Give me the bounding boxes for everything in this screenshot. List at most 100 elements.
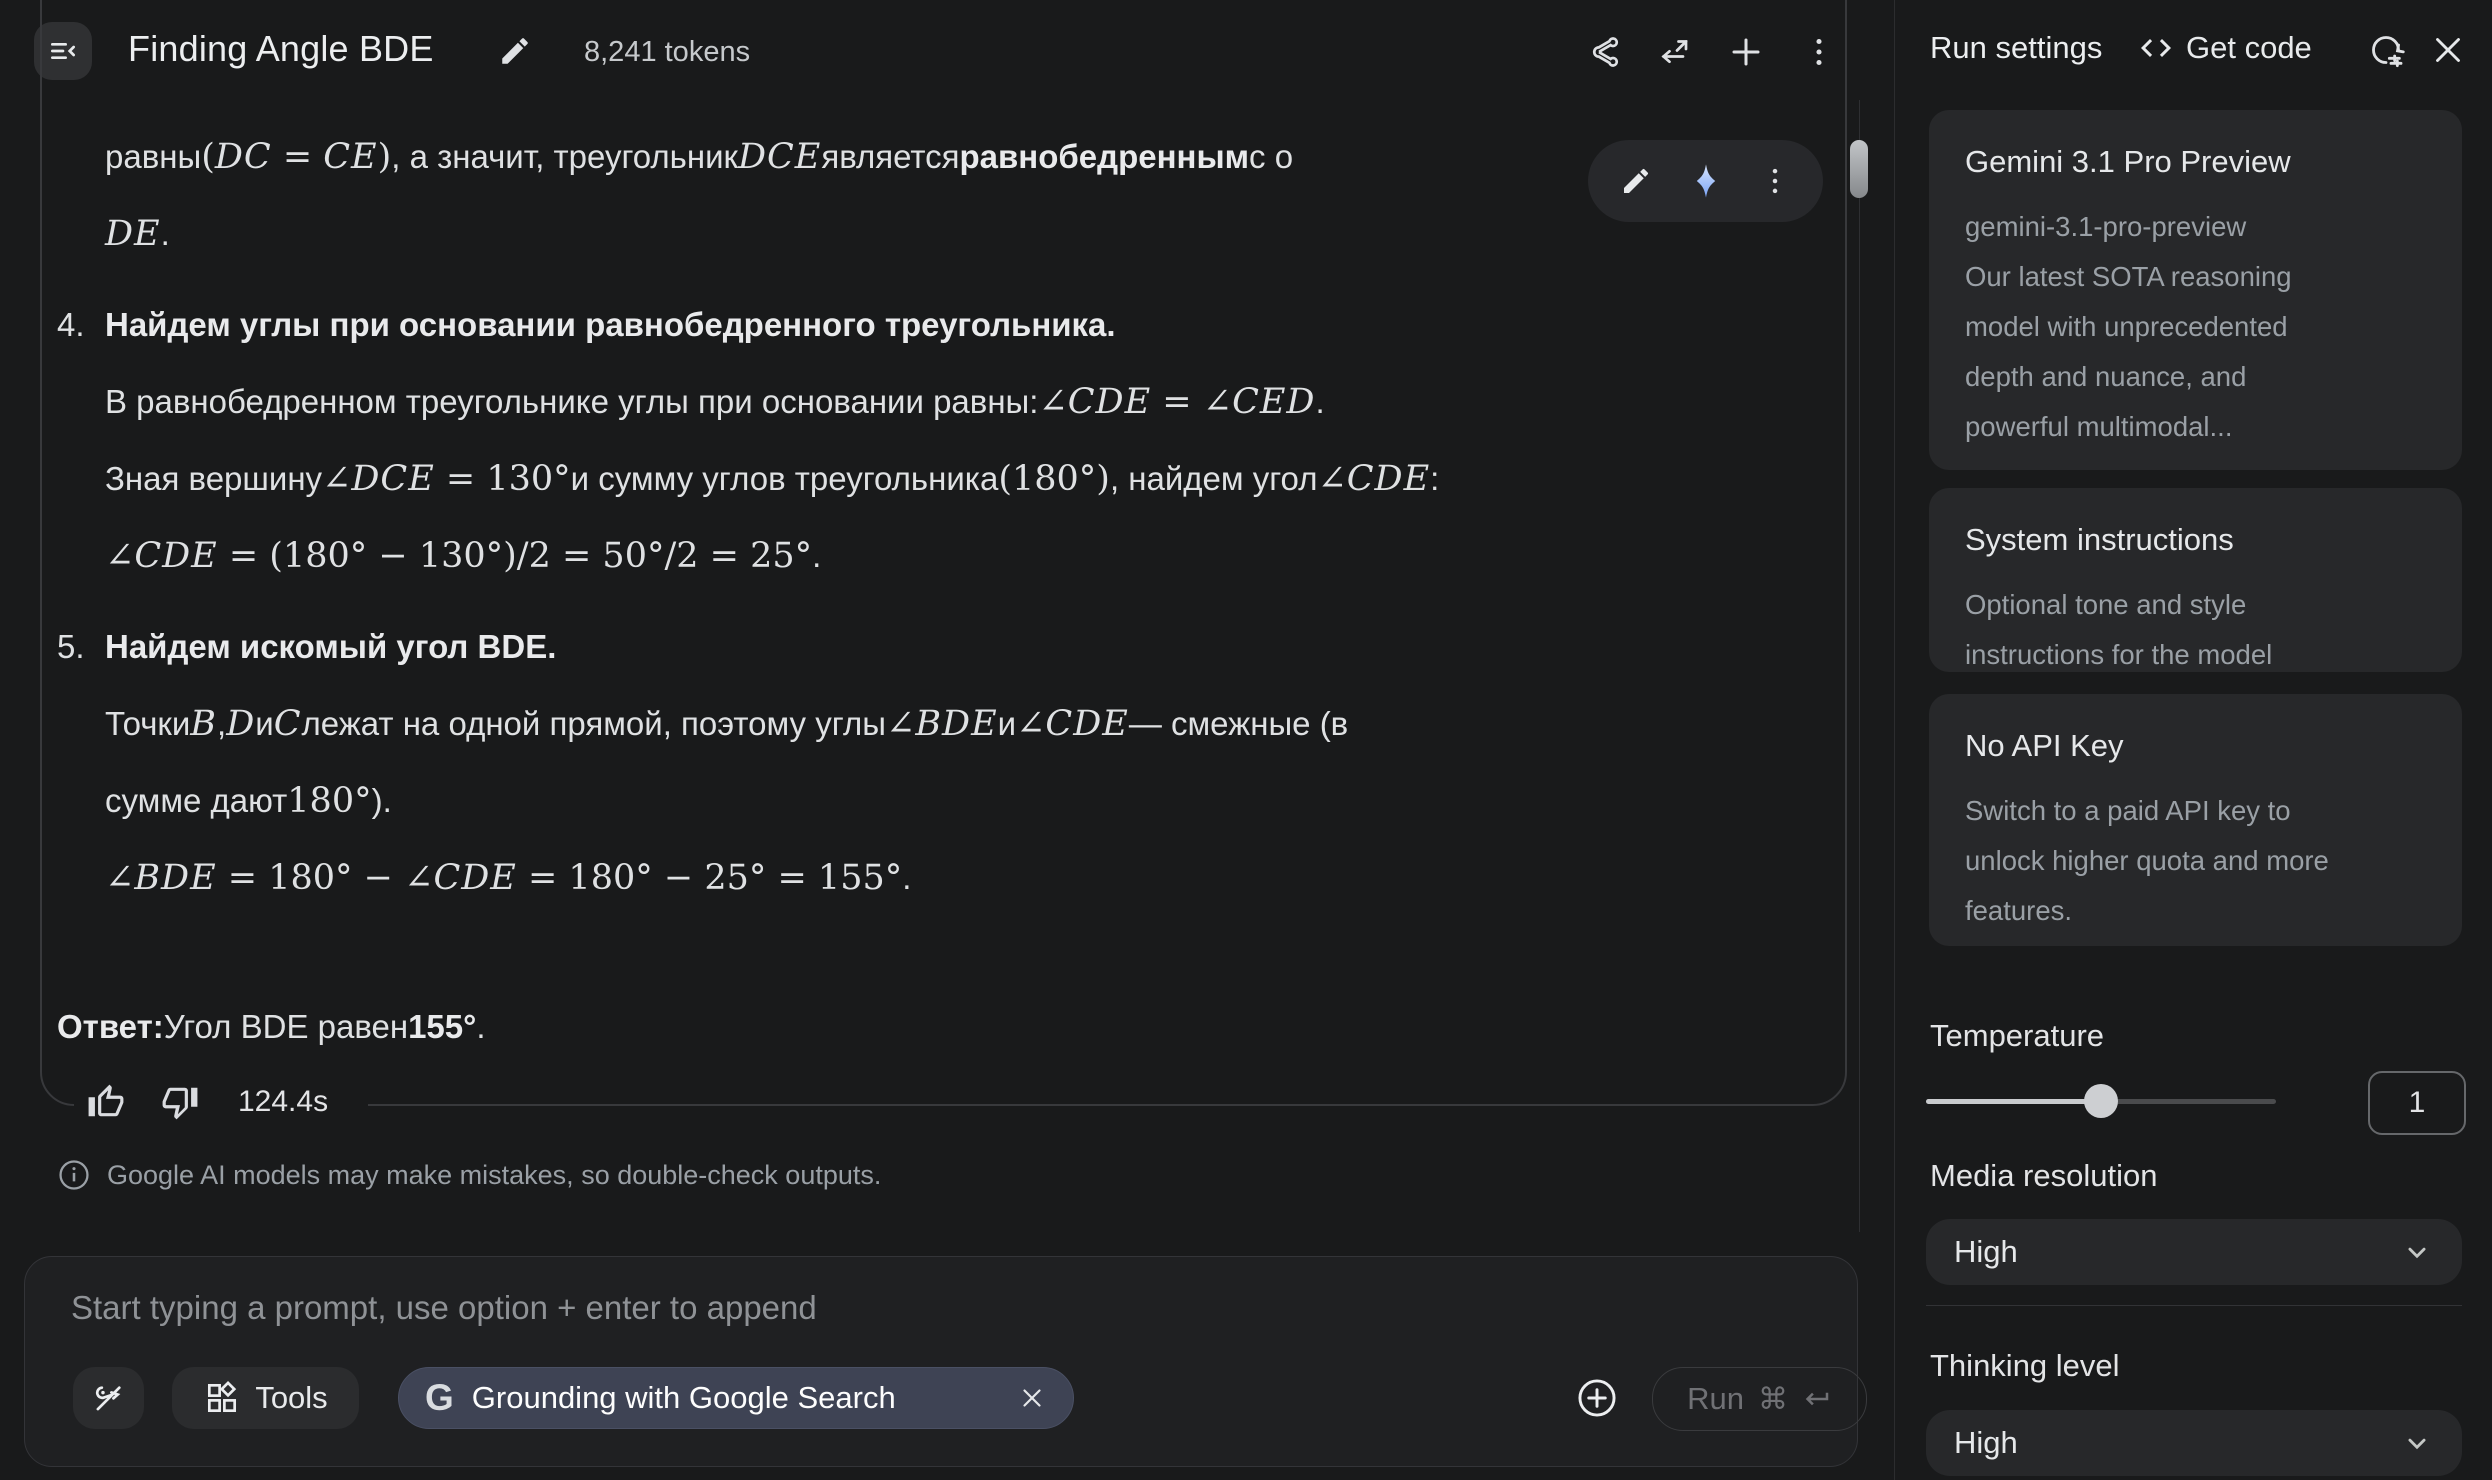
model-description: gemini-3.1-pro-previewOur latest SOTA re…: [1965, 202, 2426, 452]
text: Точки: [105, 705, 190, 743]
reset-settings-icon: [2366, 30, 2406, 70]
temperature-slider[interactable]: [1926, 1084, 2276, 1118]
chat-scrollbar-track[interactable]: [1859, 100, 1860, 1232]
response-line: DE.: [57, 195, 1847, 272]
response-line: сумме дают 180°).: [57, 762, 1847, 839]
get-code-label: Get code: [2186, 30, 2312, 66]
ai-actions-button[interactable]: [1684, 159, 1728, 203]
system-instructions-description: Optional tone and styleinstructions for …: [1965, 580, 2426, 680]
cmd-key-icon: ⌘: [1758, 1382, 1788, 1417]
remove-grounding-button[interactable]: [1017, 1383, 1047, 1413]
text-line: gemini-3.1-pro-preview: [1965, 202, 2426, 252]
grounding-chip[interactable]: G Grounding with Google Search: [398, 1367, 1074, 1429]
prompt-input[interactable]: Start typing a prompt, use option + ente…: [71, 1289, 817, 1327]
response-line: ∠CDE = (180° − 130°)/2 = 50°/2 = 25°.: [57, 517, 1847, 594]
system-instructions-card[interactable]: System instructions Optional tone and st…: [1929, 488, 2462, 672]
chat-scrollbar-thumb[interactable]: [1850, 140, 1868, 198]
text: .: [812, 537, 821, 575]
api-key-title: No API Key: [1965, 728, 2426, 764]
thinking-level-select[interactable]: High: [1926, 1410, 2462, 1476]
close-settings-button[interactable]: [2426, 28, 2470, 72]
text-line: model with unprecedented: [1965, 302, 2426, 352]
edit-message-button[interactable]: [1614, 159, 1658, 203]
attach-button[interactable]: [1574, 1375, 1620, 1421]
disclaimer-text: Google AI models may make mistakes, so d…: [107, 1160, 881, 1191]
bold-text: Найдем искомый угол BDE.: [105, 628, 556, 666]
text: — смежные (в: [1129, 705, 1348, 743]
temperature-slider-track[interactable]: [1926, 1099, 2276, 1104]
temperature-value[interactable]: 1: [2368, 1071, 2466, 1135]
generation-time: 124.4s: [238, 1085, 328, 1119]
media-resolution-label: Media resolution: [1930, 1158, 2157, 1194]
run-settings-title: Run settings: [1930, 30, 2102, 66]
ink-draw-toggle-button[interactable]: [73, 1367, 144, 1429]
text: Угол BDE равен: [164, 1008, 408, 1046]
message-hover-toolbar: [1588, 140, 1823, 222]
media-resolution-select[interactable]: High: [1926, 1219, 2462, 1285]
bold-text: Найдем углы при основании равнобедренног…: [105, 306, 1116, 344]
text-line: powerful multimodal...: [1965, 402, 2426, 452]
text: лежат на одной прямой, поэтому углы: [301, 705, 886, 743]
prompt-toolbar: Tools G Grounding with Google Search Run…: [25, 1367, 1857, 1431]
text: сумме дают: [105, 782, 287, 820]
run-button[interactable]: Run ⌘: [1652, 1367, 1867, 1431]
math-expression: ∠CDE = ∠CED: [1038, 382, 1315, 422]
text: с о: [1249, 138, 1293, 176]
text: , найдем угол: [1110, 460, 1318, 498]
answer-line: Ответ: Угол BDE равен 155°.: [57, 988, 1847, 1065]
response-line: Точки B, D и C лежат на одной прямой, по…: [57, 685, 1847, 762]
text-line: Optional tone and style: [1965, 580, 2426, 630]
grounding-chip-label: Grounding with Google Search: [472, 1380, 896, 1416]
system-instructions-title: System instructions: [1965, 522, 2426, 558]
disclaimer: Google AI models may make mistakes, so d…: [57, 1158, 881, 1192]
kebab-menu-icon: [1758, 164, 1792, 198]
response-line: В равнобедренном треугольнике углы при о…: [57, 363, 1847, 440]
text-line: features.: [1965, 886, 2426, 936]
sparkle-icon: [1687, 162, 1725, 200]
temperature-slider-thumb[interactable]: [2084, 1084, 2118, 1118]
math-expression: ∠CDE: [1016, 704, 1129, 744]
thumbs-up-button[interactable]: [84, 1080, 128, 1124]
math-expression: ∠CDE = (180° − 130°)/2 = 50°/2 = 25°: [105, 536, 812, 576]
thumbs-down-icon: [161, 1083, 199, 1121]
api-key-description: Switch to a paid API key tounlock higher…: [1965, 786, 2426, 936]
response-footer: 124.4s: [74, 1068, 368, 1136]
math-expression: DCE: [738, 137, 821, 177]
thumbs-down-button[interactable]: [158, 1080, 202, 1124]
pen-off-icon: [90, 1379, 128, 1417]
chevron-down-icon: [2400, 1426, 2434, 1460]
temperature-label: Temperature: [1930, 1018, 2104, 1054]
info-icon: [57, 1158, 91, 1192]
api-key-card[interactable]: No API Key Switch to a paid API key toun…: [1929, 694, 2462, 946]
math-expression: ∠BDE: [886, 704, 998, 744]
model-response-text: равны (DC = CE), а значит, треугольник D…: [57, 118, 1847, 1065]
widgets-icon: [203, 1379, 241, 1417]
plus-circle-icon: [1575, 1376, 1619, 1420]
return-key-icon: [1802, 1384, 1832, 1414]
message-more-button[interactable]: [1753, 159, 1797, 203]
text-line: Switch to a paid API key to: [1965, 786, 2426, 836]
edit-pencil-icon: [1620, 165, 1652, 197]
math-expression: ∠CDE: [1317, 459, 1430, 499]
text: ,: [217, 705, 226, 743]
model-name: Gemini 3.1 Pro Preview: [1965, 144, 2426, 180]
tools-button[interactable]: Tools: [172, 1367, 359, 1429]
math-expression: ∠BDE = 180° − ∠CDE = 180° − 25° = 155°: [105, 858, 902, 898]
text: , а значит, треугольник: [391, 138, 738, 176]
model-card[interactable]: Gemini 3.1 Pro Preview gemini-3.1-pro-pr…: [1929, 110, 2462, 470]
bold-text: 155°: [408, 1008, 476, 1046]
get-code-button[interactable]: Get code: [2138, 30, 2312, 66]
run-button-label: Run: [1687, 1381, 1744, 1417]
text: .: [161, 215, 170, 253]
math-expression: B: [190, 704, 217, 744]
reset-settings-button[interactable]: [2364, 28, 2408, 72]
tools-button-label: Tools: [255, 1380, 327, 1416]
prompt-input-container: Start typing a prompt, use option + ente…: [24, 1256, 1858, 1467]
settings-divider: [1926, 1305, 2462, 1306]
close-icon: [2430, 32, 2466, 68]
text: является: [821, 138, 959, 176]
math-expression: (180°): [998, 459, 1110, 499]
math-expression: DE: [105, 214, 161, 254]
text: .: [476, 1008, 485, 1046]
sidebar-divider: [1894, 0, 1895, 1480]
